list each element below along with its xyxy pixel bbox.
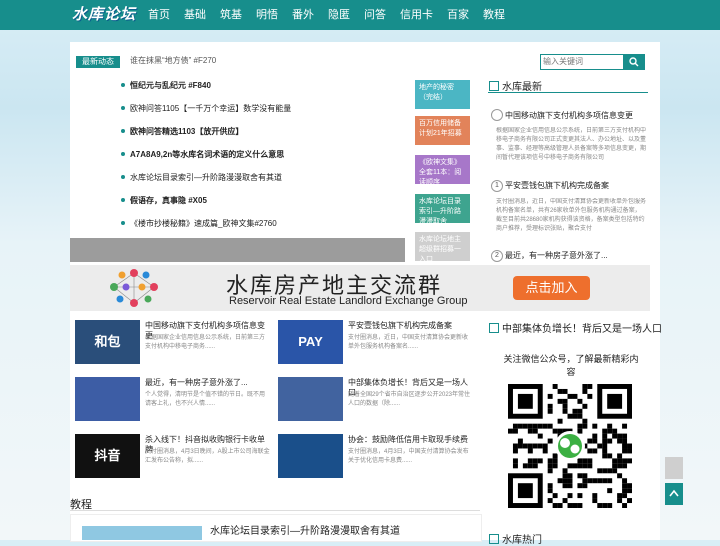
education-item-title[interactable]: 水库论坛目录索引—升阶路漫漫取舍有其道 (210, 522, 400, 537)
back-to-top-button[interactable] (665, 483, 683, 505)
people-network-icon (110, 269, 158, 307)
article-desc: 支付圈消息，近日，中国支付清算协会更新收单外包服务机构备案名...... (348, 335, 469, 350)
float-feedback-button[interactable] (665, 457, 683, 479)
news-item[interactable]: 恒纪元与乱纪元 #F840 (121, 80, 211, 91)
join-button[interactable]: 点击加入 (513, 276, 590, 300)
search-button[interactable] (623, 54, 645, 70)
latest-item-desc: 支付圈消息，近日，中国支付清算协会更新收单外包服务机构备案名单，共有26家收单外… (496, 199, 646, 232)
news-item[interactable]: 欧神问答精选1103【放开供应】 (120, 126, 243, 137)
article-icon (489, 323, 499, 333)
thumbnail-label: PAY (298, 334, 323, 349)
article-thumbnail[interactable]: 抖音 (75, 434, 140, 478)
feature-card[interactable]: 地产的秘密（完结） (415, 80, 470, 109)
nav-item[interactable]: 信用卡 (393, 0, 440, 30)
news-item[interactable]: 《楼市抄楼秘籍》速成篇_欧神文集#2760 (121, 218, 277, 229)
wechat-popup-text: 关注微信公众号，了解最新精彩内容 (503, 354, 639, 377)
nav-item[interactable]: 基础 (177, 0, 213, 30)
divider (70, 510, 480, 511)
feature-card[interactable]: 《欧神文集》全套11本：阅读顺序 (415, 155, 470, 186)
news-item[interactable]: 水库论坛目录索引—升阶路漫漫取舍有其道 (121, 172, 282, 183)
nav-item[interactable]: 百家 (440, 0, 476, 30)
education-thumbnail[interactable] (82, 526, 202, 540)
latest-section-title: 水库最新 (489, 78, 542, 93)
banner-subtitle: Reservoir Real Estate Landlord Exchange … (229, 295, 468, 307)
nav-item[interactable]: 教程 (476, 0, 512, 30)
article-desc: 随着全国29个省市自治区逐步公开2023年常住人口的数据（除...... (348, 392, 471, 407)
article-thumbnail[interactable]: 和包 (75, 320, 140, 364)
search-icon (629, 57, 639, 67)
feature-card[interactable]: 水库论坛地主超级群招募一入口 (415, 232, 470, 263)
news-item[interactable]: 欧神问答1105【一千万个幸运】数学没有能量 (120, 103, 291, 114)
article-desc: 个人觉得，清明节是个值不错的节日。既不用请客上礼，也不兴人情...... (145, 392, 266, 407)
wechat-qr-code (508, 384, 632, 508)
article-thumbnail[interactable] (75, 377, 140, 421)
hot-title-text: 水库热门 (502, 535, 542, 546)
news-item[interactable]: 假语存，真事隐 #X05 (121, 195, 207, 206)
arrow-up-icon (669, 489, 679, 497)
nav-item[interactable]: 隐匿 (321, 0, 357, 30)
nav-item[interactable]: 首页 (140, 0, 177, 30)
ad-placeholder-bar (70, 238, 405, 262)
ticker-text[interactable]: 谁在抹黑“地方债” #F270 (130, 55, 216, 66)
article-icon (489, 81, 499, 91)
article-title[interactable]: 平安壹钱包旗下机构完成备案 (348, 321, 473, 331)
ticker-badge: 最新动态 (76, 56, 120, 68)
nav-item[interactable]: 明悟 (249, 0, 285, 30)
rank-number: 2 (491, 250, 503, 262)
thumbnail-label: 抖音 (94, 448, 121, 463)
rank-marker (491, 109, 503, 121)
article-thumbnail[interactable] (278, 434, 343, 478)
nav-item[interactable]: 问答 (357, 0, 393, 30)
feature-card[interactable]: 百万信用储备计划21年招募 (415, 116, 470, 145)
article-desc: 根据国家企业信用信息公示系统，日前第三方支付机构中移电子商务...... (145, 335, 266, 350)
article-desc: 支付圈消息，4月3日，中国支付清算协会发布关于优化信用卡息费...... (348, 449, 469, 464)
divider (488, 92, 648, 93)
hot-section-title: 水库热门 (489, 531, 542, 546)
article-title[interactable]: 最近，有一种房子意外涨了... (145, 378, 270, 388)
latest-section-title-2: 中部集体负增长！背后又是一场人口 (489, 320, 662, 335)
article-thumbnail[interactable] (278, 377, 343, 421)
search-input[interactable]: 输入关键词 (540, 54, 626, 70)
main-nav: 首页 基础 筑基 明悟 番外 隐匿 问答 信用卡 百家 教程 (140, 0, 512, 30)
news-item[interactable]: A7A8A9,2n等水库名词术语的定义什么意思 (120, 149, 284, 160)
article-desc: 支付圈消息，4月3日晚间，A股上市公司海联金汇发布公告称，拟...... (145, 449, 270, 464)
latest-item-title[interactable]: 平安壹钱包旗下机构完成备案 (505, 180, 609, 191)
bg-article-title[interactable]: 中部集体负增长！背后又是一场人口 (502, 324, 662, 335)
nav-item[interactable]: 番外 (285, 0, 321, 30)
nav-item[interactable]: 筑基 (213, 0, 249, 30)
latest-item-desc: 根据国家企业信用信息公示系统，日前第三方支付机构中移电子商务有限公司正式变更其法… (496, 128, 646, 161)
article-thumbnail[interactable]: PAY (278, 320, 343, 364)
rank-number: 1 (491, 180, 503, 192)
site-logo[interactable]: 水库论坛 (68, 5, 140, 25)
feature-card[interactable]: 水库论坛目录索引—升阶路漫漫取舍 (415, 194, 470, 225)
article-title[interactable]: 协会：鼓励降低信用卡取现手续费 (348, 435, 473, 445)
latest-item-title[interactable]: 中国移动旗下支付机构多项信息变更 (505, 110, 633, 121)
thumbnail-label: 和包 (94, 334, 121, 349)
fire-icon (489, 534, 499, 544)
latest-item-title[interactable]: 最近，有一种房子意外涨了... (505, 250, 608, 261)
